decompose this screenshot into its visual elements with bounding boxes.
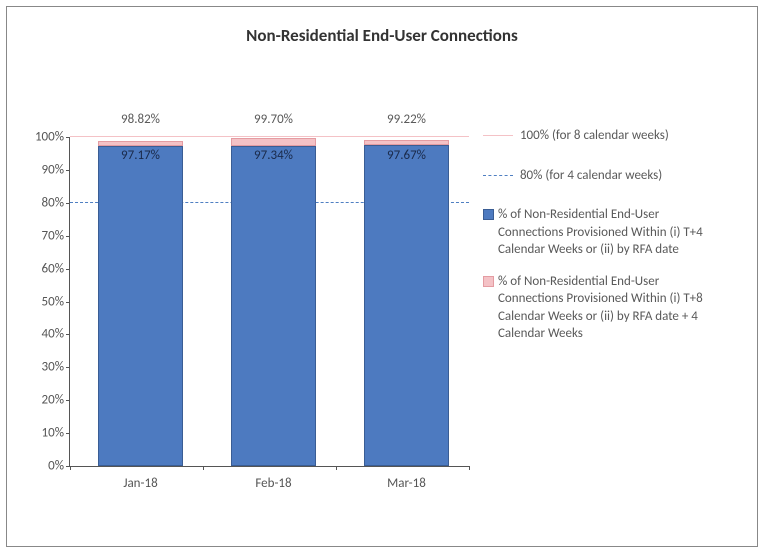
ytick-label: 0% bbox=[48, 459, 64, 474]
ytick-mark bbox=[66, 367, 70, 368]
legend-label: % of Non-Residential End-User Connection… bbox=[498, 273, 718, 343]
bar-top-label: 99.22% bbox=[387, 112, 426, 127]
legend-swatch-icon bbox=[483, 276, 494, 287]
ytick-label: 70% bbox=[42, 228, 64, 243]
chart-frame: Non-Residential End-User Connections 0% … bbox=[6, 6, 758, 547]
legend-swatch-icon bbox=[483, 209, 494, 220]
x-axis-label: Feb-18 bbox=[214, 476, 334, 491]
bar-inner-label: 97.17% bbox=[121, 148, 160, 163]
bar-group: 99.70% 97.34% Feb-18 bbox=[231, 137, 316, 466]
legend-entry-100: 100% (for 8 calendar weeks) bbox=[483, 127, 745, 145]
legend-entry-blue: % of Non-Residential End-User Connection… bbox=[483, 206, 745, 259]
ytick-label: 60% bbox=[42, 261, 64, 276]
legend-label: % of Non-Residential End-User Connection… bbox=[498, 206, 718, 259]
legend-entry-80: 80% (for 4 calendar weeks) bbox=[483, 167, 745, 185]
x-tick bbox=[336, 466, 337, 470]
bar-top-label: 98.82% bbox=[121, 112, 160, 127]
legend-line-icon bbox=[483, 175, 513, 176]
bar-segment-blue bbox=[231, 146, 316, 466]
ytick-label: 80% bbox=[42, 195, 64, 210]
ytick-label: 50% bbox=[42, 294, 64, 309]
bar-inner-label: 97.34% bbox=[254, 148, 293, 163]
ytick-mark bbox=[66, 433, 70, 434]
x-tick bbox=[469, 466, 470, 470]
legend-label: 80% (for 4 calendar weeks) bbox=[520, 168, 662, 183]
ytick-label: 30% bbox=[42, 360, 64, 375]
bar-segment-blue bbox=[98, 146, 183, 466]
ytick-label: 40% bbox=[42, 327, 64, 342]
bar-segment-pink bbox=[98, 141, 183, 146]
ytick-mark bbox=[66, 203, 70, 204]
x-axis-label: Mar-18 bbox=[347, 476, 467, 491]
bar-segment-pink bbox=[231, 138, 316, 146]
legend-line-icon bbox=[483, 135, 513, 136]
ytick-mark bbox=[66, 269, 70, 270]
legend-entry-pink: % of Non-Residential End-User Connection… bbox=[483, 273, 745, 343]
ytick-label: 90% bbox=[42, 162, 64, 177]
bar-segment-pink bbox=[364, 140, 449, 145]
ytick-mark bbox=[66, 400, 70, 401]
x-tick bbox=[70, 466, 71, 470]
bar-inner-label: 97.67% bbox=[387, 148, 426, 163]
ytick-mark bbox=[66, 302, 70, 303]
legend: 100% (for 8 calendar weeks) 80% (for 4 c… bbox=[483, 127, 745, 357]
x-tick bbox=[203, 466, 204, 470]
chart-title: Non-Residential End-User Connections bbox=[7, 25, 757, 46]
ytick-label: 100% bbox=[35, 130, 64, 145]
ytick-mark bbox=[66, 334, 70, 335]
ytick-mark bbox=[66, 137, 70, 138]
ytick-label: 20% bbox=[42, 393, 64, 408]
legend-label: 100% (for 8 calendar weeks) bbox=[520, 128, 669, 143]
bar-top-label: 99.70% bbox=[254, 112, 293, 127]
bar-segment-blue bbox=[364, 145, 449, 466]
ytick-mark bbox=[66, 236, 70, 237]
bar-group: 99.22% 97.67% Mar-18 bbox=[364, 137, 449, 466]
bar-group: 98.82% 97.17% Jan-18 bbox=[98, 137, 183, 466]
ytick-label: 10% bbox=[42, 426, 64, 441]
ytick-mark bbox=[66, 170, 70, 171]
plot-area: 0% 10% 20% 30% 40% 50% 60% 70% 80% 90% 1… bbox=[69, 137, 469, 467]
x-axis-label: Jan-18 bbox=[81, 476, 201, 491]
